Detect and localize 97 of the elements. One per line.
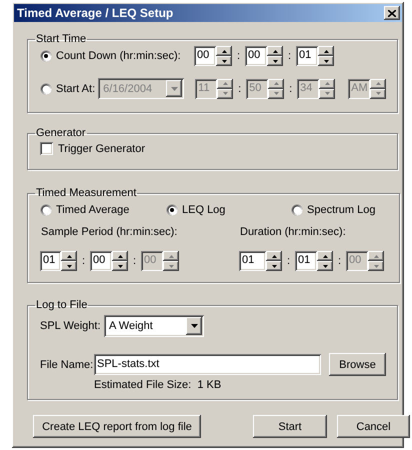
radio-button[interactable] xyxy=(166,204,178,216)
spin-up-button[interactable] xyxy=(163,251,179,261)
up-arrow-icon xyxy=(324,82,330,85)
down-arrow-icon xyxy=(222,92,228,95)
spin-up-button[interactable] xyxy=(112,251,128,261)
up-arrow-icon xyxy=(272,50,278,52)
spin-up-button[interactable] xyxy=(216,46,232,56)
down-arrow-icon xyxy=(272,264,276,268)
field-label: SPL Weight: xyxy=(40,320,102,332)
up-arrow-icon xyxy=(222,50,226,52)
spin-down-button[interactable] xyxy=(266,261,282,271)
time-separator: : xyxy=(236,50,242,62)
radio-label: Start At: xyxy=(56,82,96,94)
spin-up-button[interactable] xyxy=(368,251,384,261)
spin-down-button[interactable] xyxy=(319,88,336,98)
text-field[interactable]: SPL-stats.txt xyxy=(94,354,321,375)
spin-up-button[interactable] xyxy=(61,251,77,261)
window-title: Timed Average / LEQ Setup xyxy=(17,6,174,20)
spin-down-button[interactable] xyxy=(61,261,77,271)
down-arrow-icon xyxy=(376,92,381,95)
up-arrow-icon xyxy=(168,254,174,258)
spin-up-button[interactable] xyxy=(266,251,282,261)
up-arrow-icon xyxy=(322,254,328,258)
radio-button[interactable] xyxy=(40,82,52,94)
up-arrow-icon xyxy=(376,82,381,85)
group-label: Log to File xyxy=(35,299,88,311)
radio-label: Spectrum Log xyxy=(307,204,376,216)
down-arrow-icon xyxy=(274,92,279,95)
number-field[interactable]: 01 xyxy=(295,251,317,271)
down-arrow-icon xyxy=(322,264,328,268)
time-separator: : xyxy=(288,82,294,94)
radio-label: Timed Average xyxy=(56,204,130,216)
down-arrow-icon xyxy=(374,264,378,268)
up-arrow-icon xyxy=(118,254,122,258)
spin-down-button[interactable] xyxy=(112,261,128,271)
up-arrow-icon xyxy=(272,254,276,258)
down-arrow-icon xyxy=(324,60,328,62)
number-field[interactable]: 01 xyxy=(296,46,318,66)
spin-up-button[interactable] xyxy=(268,78,284,88)
spin-down-button[interactable] xyxy=(216,56,232,66)
spin-down-button[interactable] xyxy=(268,88,284,98)
radio-button[interactable] xyxy=(40,204,52,216)
number-field[interactable]: 00 xyxy=(90,251,112,271)
spin-up-button[interactable] xyxy=(319,78,336,88)
time-separator: : xyxy=(132,255,138,267)
up-arrow-icon xyxy=(66,254,72,258)
dropdown[interactable]: A Weight xyxy=(104,315,204,337)
close-icon xyxy=(388,10,396,16)
file-size-text: Estimated File Size: 1 KB xyxy=(94,379,222,391)
report-button[interactable]: Create LEQ report from log file xyxy=(33,415,201,438)
number-field[interactable]: 00 xyxy=(194,46,216,66)
number-field[interactable]: 01 xyxy=(239,251,266,271)
spin-up-button[interactable] xyxy=(318,46,334,56)
cancel-button[interactable]: Cancel xyxy=(337,415,410,438)
radio-label: LEQ Log xyxy=(182,204,226,216)
number-field[interactable]: 00 xyxy=(245,46,267,66)
spin-down-button[interactable] xyxy=(217,88,234,98)
group-label: Timed Measurement xyxy=(35,187,138,199)
close-button[interactable] xyxy=(384,6,400,20)
spin-up-button[interactable] xyxy=(317,251,333,261)
checkbox[interactable] xyxy=(40,142,53,155)
checkbox-label: Trigger Generator xyxy=(58,142,146,154)
up-arrow-icon xyxy=(274,82,279,85)
down-arrow-icon xyxy=(272,60,278,62)
start-button[interactable]: Start xyxy=(253,415,327,438)
spin-up-button[interactable] xyxy=(267,46,283,56)
spin-down-button[interactable] xyxy=(267,56,283,66)
down-arrow-icon xyxy=(168,264,174,268)
spin-down-button[interactable] xyxy=(368,261,384,271)
browse-button[interactable]: Browse xyxy=(329,353,386,376)
down-arrow-icon xyxy=(324,92,330,95)
time-separator: : xyxy=(80,255,86,267)
down-arrow-icon xyxy=(118,264,122,268)
field-label: Sample Period (hr:min:sec): xyxy=(40,226,178,238)
down-arrow-icon xyxy=(222,60,226,62)
radio-button[interactable] xyxy=(40,50,52,62)
up-arrow-icon xyxy=(374,254,378,258)
spin-down-button[interactable] xyxy=(163,261,179,271)
time-separator: : xyxy=(336,255,342,267)
field-label: Duration (hr:min:sec): xyxy=(239,226,347,238)
group-label: Generator xyxy=(35,127,87,139)
spin-up-button[interactable] xyxy=(217,78,234,88)
spin-down-button[interactable] xyxy=(318,56,334,66)
radio-label: Count Down (hr:min:sec): xyxy=(56,50,181,62)
spin-down-button[interactable] xyxy=(317,261,333,271)
up-arrow-icon xyxy=(222,82,228,85)
time-separator: : xyxy=(237,82,242,94)
up-arrow-icon xyxy=(324,50,328,52)
down-arrow-icon xyxy=(66,264,72,268)
group-label: Start Time xyxy=(35,33,88,45)
spin-down-button[interactable] xyxy=(370,88,386,98)
radio-button[interactable] xyxy=(291,204,303,216)
time-separator: : xyxy=(286,50,292,62)
time-separator: : xyxy=(286,255,292,267)
number-field[interactable]: 01 xyxy=(40,251,61,271)
field-label: File Name: xyxy=(40,358,94,370)
spin-up-button[interactable] xyxy=(370,78,386,88)
